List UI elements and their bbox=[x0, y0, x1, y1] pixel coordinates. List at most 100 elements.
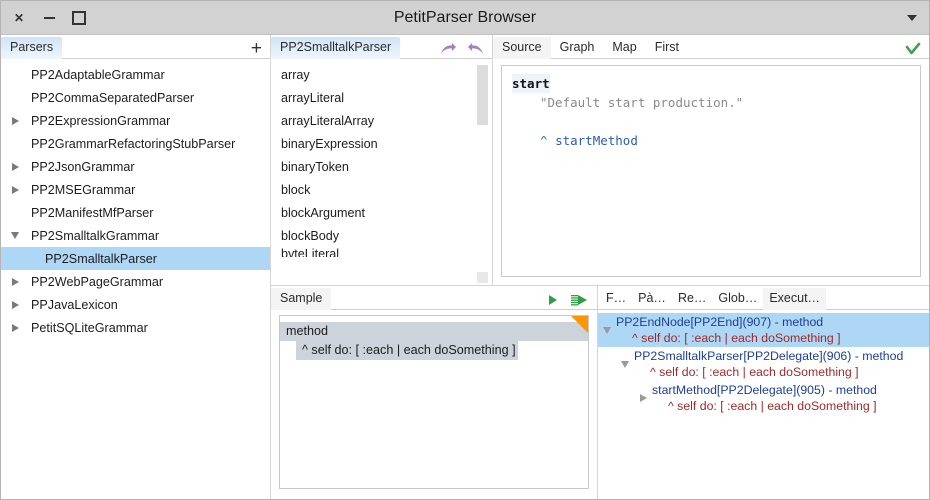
methods-scrollbar[interactable] bbox=[477, 63, 488, 283]
tree-row[interactable]: PP2WebPageGrammar bbox=[1, 270, 270, 293]
tree-row[interactable]: PP2JsonGrammar bbox=[1, 155, 270, 178]
tab-sample[interactable]: Sample bbox=[271, 288, 332, 310]
list-item[interactable]: blockArgument bbox=[271, 201, 492, 224]
tree-item-label: PP2AdaptableGrammar bbox=[31, 67, 165, 82]
unsaved-changes-marker bbox=[571, 316, 588, 333]
list-item[interactable]: binaryExpression bbox=[271, 132, 492, 155]
tab-parsers[interactable]: Parsers bbox=[1, 37, 63, 59]
list-item-clipped[interactable]: byteLiteral bbox=[271, 247, 492, 257]
tree-item-label: PPJavaLexicon bbox=[31, 297, 118, 312]
methods-panel: PP2SmalltalkParser array arrayLiteral ar… bbox=[271, 35, 493, 285]
add-parser-icon[interactable]: + bbox=[251, 39, 262, 58]
tab-first[interactable]: First bbox=[646, 37, 688, 59]
execution-panel-header: F… Pà… Re… Glob… Execut… bbox=[598, 286, 929, 310]
tab-failures[interactable]: F… bbox=[600, 288, 632, 310]
list-item[interactable]: arrayLiteral bbox=[271, 86, 492, 109]
chevron-down-icon[interactable] bbox=[616, 361, 634, 368]
forward-arrow-icon[interactable] bbox=[440, 42, 457, 56]
tree-item-label: PP2MSEGrammar bbox=[31, 182, 136, 197]
tree-row[interactable]: PP2CommaSeparatedParser bbox=[1, 86, 270, 109]
chevron-right-icon[interactable] bbox=[7, 301, 23, 309]
chevron-right-icon[interactable] bbox=[7, 324, 23, 332]
tab-selected-parser[interactable]: PP2SmalltalkParser bbox=[271, 37, 401, 59]
code-return-value: startMethod bbox=[555, 133, 638, 148]
chevron-right-icon[interactable] bbox=[7, 278, 23, 286]
tab-source[interactable]: Source bbox=[493, 37, 551, 59]
list-item[interactable]: arrayLiteralArray bbox=[271, 109, 492, 132]
list-item[interactable]: array bbox=[271, 63, 492, 86]
tree-row[interactable]: PP2GrammarRefactoringStubParser bbox=[1, 132, 270, 155]
execution-panel: F… Pà… Re… Glob… Execut… PP2EndNode[PP2E… bbox=[598, 285, 929, 499]
execution-node-title: PP2EndNode[PP2End](907) - method bbox=[616, 315, 824, 329]
tree-row[interactable]: PPJavaLexicon bbox=[1, 293, 270, 316]
execution-tree[interactable]: PP2EndNode[PP2End](907) - method ^ self … bbox=[598, 310, 929, 499]
maximize-icon[interactable] bbox=[71, 10, 87, 26]
sample-text-editor[interactable]: method ^ self do: [ :each | each doSometh… bbox=[279, 315, 589, 489]
tree-row-selected[interactable]: PP2SmalltalkParser bbox=[1, 247, 270, 270]
tree-row[interactable]: PP2MSEGrammar bbox=[1, 178, 270, 201]
chevron-down-icon[interactable] bbox=[907, 14, 917, 21]
tab-execution[interactable]: Execut… bbox=[763, 288, 827, 310]
run-step-icon[interactable] bbox=[570, 293, 589, 307]
scrollbar-end-marker[interactable] bbox=[477, 272, 488, 283]
tree-item-label: PP2GrammarRefactoringStubParser bbox=[31, 136, 236, 151]
parsers-tree[interactable]: PP2AdaptableGrammar PP2CommaSeparatedPar… bbox=[1, 59, 270, 499]
source-body: start "Default start production." ^ star… bbox=[493, 59, 929, 285]
tree-item-label: PetitSQLiteGrammar bbox=[31, 320, 148, 335]
back-arrow-icon[interactable] bbox=[467, 42, 484, 56]
tree-item-label: PP2SmalltalkGrammar bbox=[31, 228, 160, 243]
code-return-caret: ^ bbox=[540, 133, 548, 148]
tab-graph[interactable]: Graph bbox=[551, 37, 604, 59]
parsers-panel: Parsers + PP2AdaptableGrammar PP2CommaSe… bbox=[1, 35, 271, 499]
chevron-down-icon[interactable] bbox=[598, 327, 616, 334]
tree-row[interactable]: PP2ManifestMfParser bbox=[1, 201, 270, 224]
methods-list[interactable]: array arrayLiteral arrayLiteralArray bin… bbox=[271, 59, 492, 285]
minimize-icon[interactable] bbox=[41, 10, 57, 26]
run-icon[interactable] bbox=[546, 293, 560, 307]
tree-row[interactable]: PP2SmalltalkGrammar bbox=[1, 224, 270, 247]
sample-panel: Sample method ^ self do: [:each | each … bbox=[271, 285, 598, 499]
tab-rejects[interactable]: Re… bbox=[672, 288, 712, 310]
checkmark-icon[interactable] bbox=[905, 42, 921, 56]
chevron-right-icon[interactable] bbox=[7, 163, 23, 171]
tree-item-label: PP2SmalltalkParser bbox=[45, 251, 157, 266]
window-controls bbox=[1, 10, 87, 26]
tree-item-label: PP2WebPageGrammar bbox=[31, 274, 164, 289]
tree-item-label: PP2ManifestMfParser bbox=[31, 205, 154, 220]
tree-row[interactable]: PP2ExpressionGrammar bbox=[1, 109, 270, 132]
tree-item-label: PP2ExpressionGrammar bbox=[31, 113, 171, 128]
execution-node-detail: ^ self do: [ :each | each doSomething ] bbox=[650, 365, 859, 379]
execution-node[interactable]: startMethod[PP2Delegate](905) - method ^… bbox=[598, 381, 929, 415]
tab-global[interactable]: Glob… bbox=[712, 288, 763, 310]
tree-row[interactable]: PP2AdaptableGrammar bbox=[1, 63, 270, 86]
list-item[interactable]: binaryToken bbox=[271, 155, 492, 178]
sample-content: method ^ self do: [ :each | each doSometh… bbox=[280, 316, 588, 360]
close-icon[interactable] bbox=[11, 10, 27, 26]
sample-line-1: method bbox=[286, 324, 329, 338]
chevron-right-icon[interactable] bbox=[634, 394, 652, 402]
code-comment: "Default start production." bbox=[540, 95, 744, 110]
tree-row[interactable]: PetitSQLiteGrammar bbox=[1, 316, 270, 339]
source-code-editor[interactable]: start "Default start production." ^ star… bbox=[501, 65, 921, 277]
chevron-down-icon[interactable] bbox=[7, 232, 23, 239]
right-area: PP2SmalltalkParser array arrayLiteral ar… bbox=[271, 35, 929, 499]
chevron-right-icon[interactable] bbox=[7, 186, 23, 194]
main-content: Parsers + PP2AdaptableGrammar PP2CommaSe… bbox=[1, 35, 929, 499]
list-item[interactable]: blockBody bbox=[271, 224, 492, 247]
tab-map[interactable]: Map bbox=[603, 37, 645, 59]
chevron-right-icon[interactable] bbox=[7, 117, 23, 125]
petitparser-browser-window: PetitParser Browser Parsers + PP2Adaptab… bbox=[0, 0, 930, 500]
execution-node-title: PP2SmalltalkParser[PP2Delegate](906) - m… bbox=[634, 349, 904, 363]
scrollbar-thumb[interactable] bbox=[477, 65, 488, 125]
upper-split: PP2SmalltalkParser array arrayLiteral ar… bbox=[271, 35, 929, 285]
execution-node[interactable]: PP2SmalltalkParser[PP2Delegate](906) - m… bbox=[598, 347, 929, 381]
sample-panel-header: Sample bbox=[271, 286, 597, 310]
list-item[interactable]: block bbox=[271, 178, 492, 201]
execution-node[interactable]: PP2EndNode[PP2End](907) - method ^ self … bbox=[598, 313, 929, 347]
execution-node-text: PP2EndNode[PP2End](907) - method ^ self … bbox=[616, 314, 841, 346]
tab-passes[interactable]: Pà… bbox=[632, 288, 672, 310]
methods-header-actions bbox=[432, 42, 492, 59]
code-selector: start bbox=[512, 74, 550, 93]
sample-header-actions bbox=[538, 293, 597, 310]
window-title: PetitParser Browser bbox=[393, 8, 537, 26]
